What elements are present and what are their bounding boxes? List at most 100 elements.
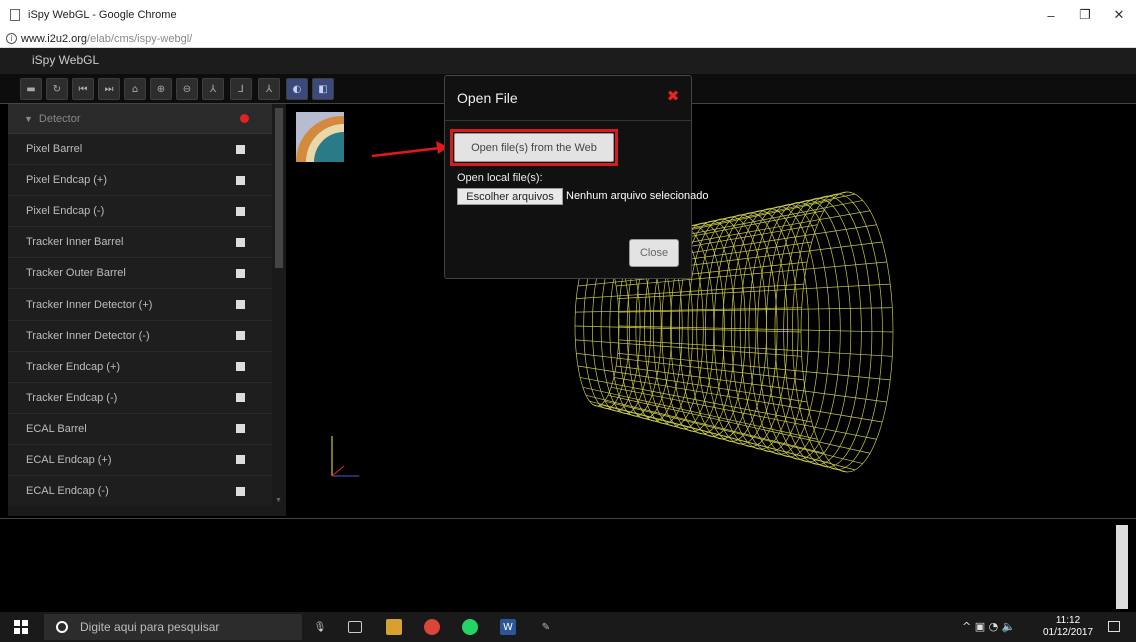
app-header: iSpy WebGL — [0, 48, 1136, 74]
chrome-icon[interactable] — [424, 619, 440, 635]
choose-files-button[interactable]: Escolher arquivos — [457, 188, 563, 205]
list-item[interactable]: Tracker Inner Barrel — [8, 227, 272, 259]
view-xyz-icon[interactable]: ⅄ — [202, 78, 224, 100]
visibility-checkbox[interactable] — [236, 206, 245, 216]
item-label: Tracker Endcap (+) — [26, 360, 121, 373]
perspective-icon[interactable]: ◐ — [286, 78, 308, 100]
task-view-icon[interactable] — [348, 621, 362, 633]
visibility-checkbox[interactable] — [236, 268, 245, 278]
item-label: Pixel Endcap (-) — [26, 205, 105, 218]
word-icon[interactable]: W — [500, 619, 516, 635]
list-item[interactable]: Tracker Outer Barrel — [8, 258, 272, 290]
paint-icon[interactable]: ✎ — [538, 619, 554, 635]
no-file-selected-text: Nenhum arquivo selecionado — [566, 190, 709, 202]
whatsapp-icon[interactable] — [462, 619, 478, 635]
item-label: Pixel Barrel — [26, 143, 83, 156]
first-event-icon[interactable]: ⏮ — [72, 78, 94, 100]
last-event-icon[interactable]: ⏭ — [98, 78, 120, 100]
close-window-button[interactable]: ✕ — [1102, 0, 1136, 30]
wire-line — [582, 386, 818, 440]
view-yz-icon[interactable]: ⅃ — [230, 78, 252, 100]
dialog-divider — [445, 120, 691, 121]
list-item[interactable]: Pixel Barrel — [8, 134, 272, 166]
wire-line — [580, 377, 812, 423]
cortana-icon — [56, 621, 68, 633]
home-icon[interactable]: ⌂ — [124, 78, 146, 100]
window-controls: – ❐ ✕ — [1034, 0, 1136, 30]
scroll-down-arrow-icon[interactable]: ▼ — [275, 497, 282, 504]
file-explorer-icon[interactable] — [386, 619, 402, 635]
visibility-checkbox[interactable] — [236, 393, 245, 403]
folder-detector[interactable]: ▼ Detector — [8, 104, 272, 134]
visibility-checkbox[interactable] — [236, 424, 245, 434]
url-host: www.i2u2.org — [21, 32, 88, 45]
list-item[interactable]: Tracker Inner Detector (+) — [8, 289, 272, 321]
list-item[interactable]: Tracker Endcap (-) — [8, 383, 272, 414]
zoom-out-icon[interactable]: ⊖ — [176, 78, 198, 100]
taskbar: Digite aqui para pesquisar 🎙 W ✎ ^ ▣ ◔ 🔈… — [0, 612, 1136, 642]
item-label: Tracker Inner Detector (+) — [26, 298, 153, 311]
open-from-web-button[interactable]: Open file(s) from the Web — [454, 133, 614, 162]
system-tray-icons[interactable]: ^ ▣ ◔ 🔈 — [962, 620, 1015, 633]
console-scrollbar[interactable] — [1116, 525, 1128, 609]
wire-line — [616, 365, 887, 403]
console-panel — [0, 518, 1136, 612]
clock-time: 11:12 — [1055, 615, 1081, 626]
visibility-checkbox[interactable] — [236, 175, 245, 185]
visibility-checkbox[interactable] — [236, 331, 245, 341]
detector-thumbnail[interactable] — [296, 112, 344, 162]
zoom-in-icon[interactable]: ⊕ — [150, 78, 172, 100]
list-item[interactable]: ECAL Endcap (-) — [8, 476, 272, 508]
item-label: Tracker Outer Barrel — [26, 267, 126, 280]
info-icon[interactable]: i — [6, 33, 17, 44]
wire-line — [589, 400, 832, 464]
item-label: ECAL Barrel — [26, 422, 87, 435]
dialog-title: Open File — [457, 90, 518, 106]
close-button[interactable]: Close — [629, 239, 679, 267]
app-title: iSpy WebGL — [32, 53, 100, 67]
scrollbar-thumb[interactable] — [275, 108, 283, 268]
visibility-checkbox[interactable] — [236, 486, 245, 496]
clock[interactable]: 11:12 01/12/2017 — [1040, 615, 1096, 639]
taskbar-search-input[interactable]: Digite aqui para pesquisar — [44, 614, 302, 640]
window-title: iSpy WebGL - Google Chrome — [28, 9, 177, 21]
visibility-checkbox[interactable] — [236, 455, 245, 465]
page-icon — [10, 9, 20, 21]
visibility-checkbox[interactable] — [236, 144, 245, 154]
sidebar-scrollbar[interactable]: ▼ — [272, 104, 286, 516]
list-item[interactable]: ECAL Endcap (+) — [8, 445, 272, 477]
sidebar-h-scrollbar[interactable] — [8, 506, 272, 516]
item-label: ECAL Endcap (-) — [26, 485, 109, 498]
microphone-icon[interactable]: 🎙 — [312, 619, 328, 635]
open-file-dialog: Open File ✖ Open file(s) from the Web Op… — [444, 75, 708, 279]
folder-open-icon[interactable]: ▬ — [20, 78, 42, 100]
wire-line — [585, 394, 825, 454]
list-item[interactable]: Tracker Endcap (+) — [8, 352, 272, 383]
item-label: Pixel Endcap (+) — [26, 174, 108, 187]
search-placeholder: Digite aqui para pesquisar — [80, 620, 220, 634]
url-path: /elab/cms/ispy-webgl/ — [87, 32, 193, 45]
restore-button[interactable]: ❐ — [1068, 0, 1102, 30]
windows-start-icon[interactable] — [14, 620, 28, 634]
notification-icon[interactable] — [1108, 621, 1120, 632]
wire-line — [593, 404, 840, 471]
folder-close-dot-icon[interactable] — [240, 114, 249, 123]
close-icon[interactable]: ✖ — [665, 88, 681, 104]
folder-label: Detector — [38, 112, 81, 125]
orthographic-icon[interactable]: ◧ — [312, 78, 334, 100]
visibility-checkbox[interactable] — [236, 300, 245, 310]
address-bar[interactable]: i www.i2u2.org /elab/cms/ispy-webgl/ — [0, 30, 1136, 48]
list-item[interactable]: ECAL Barrel — [8, 414, 272, 445]
list-item[interactable]: Pixel Endcap (-) — [8, 196, 272, 228]
visibility-checkbox[interactable] — [236, 237, 245, 247]
list-item[interactable]: Pixel Endcap (+) — [8, 165, 272, 197]
item-label: Tracker Inner Detector (-) — [26, 329, 150, 342]
visibility-checkbox[interactable] — [236, 362, 245, 372]
list-item[interactable]: Tracker Inner Detector (-) — [8, 321, 272, 352]
reload-icon[interactable]: ↻ — [46, 78, 68, 100]
minimize-button[interactable]: – — [1034, 0, 1068, 30]
view-xz-icon[interactable]: ⅄ — [258, 78, 280, 100]
item-label: Tracker Inner Barrel — [26, 236, 124, 249]
3d-viewport[interactable] — [287, 104, 1136, 518]
detector-sidebar: ▼ Detector Pixel Barrel Pixel Endcap (+)… — [8, 104, 272, 516]
